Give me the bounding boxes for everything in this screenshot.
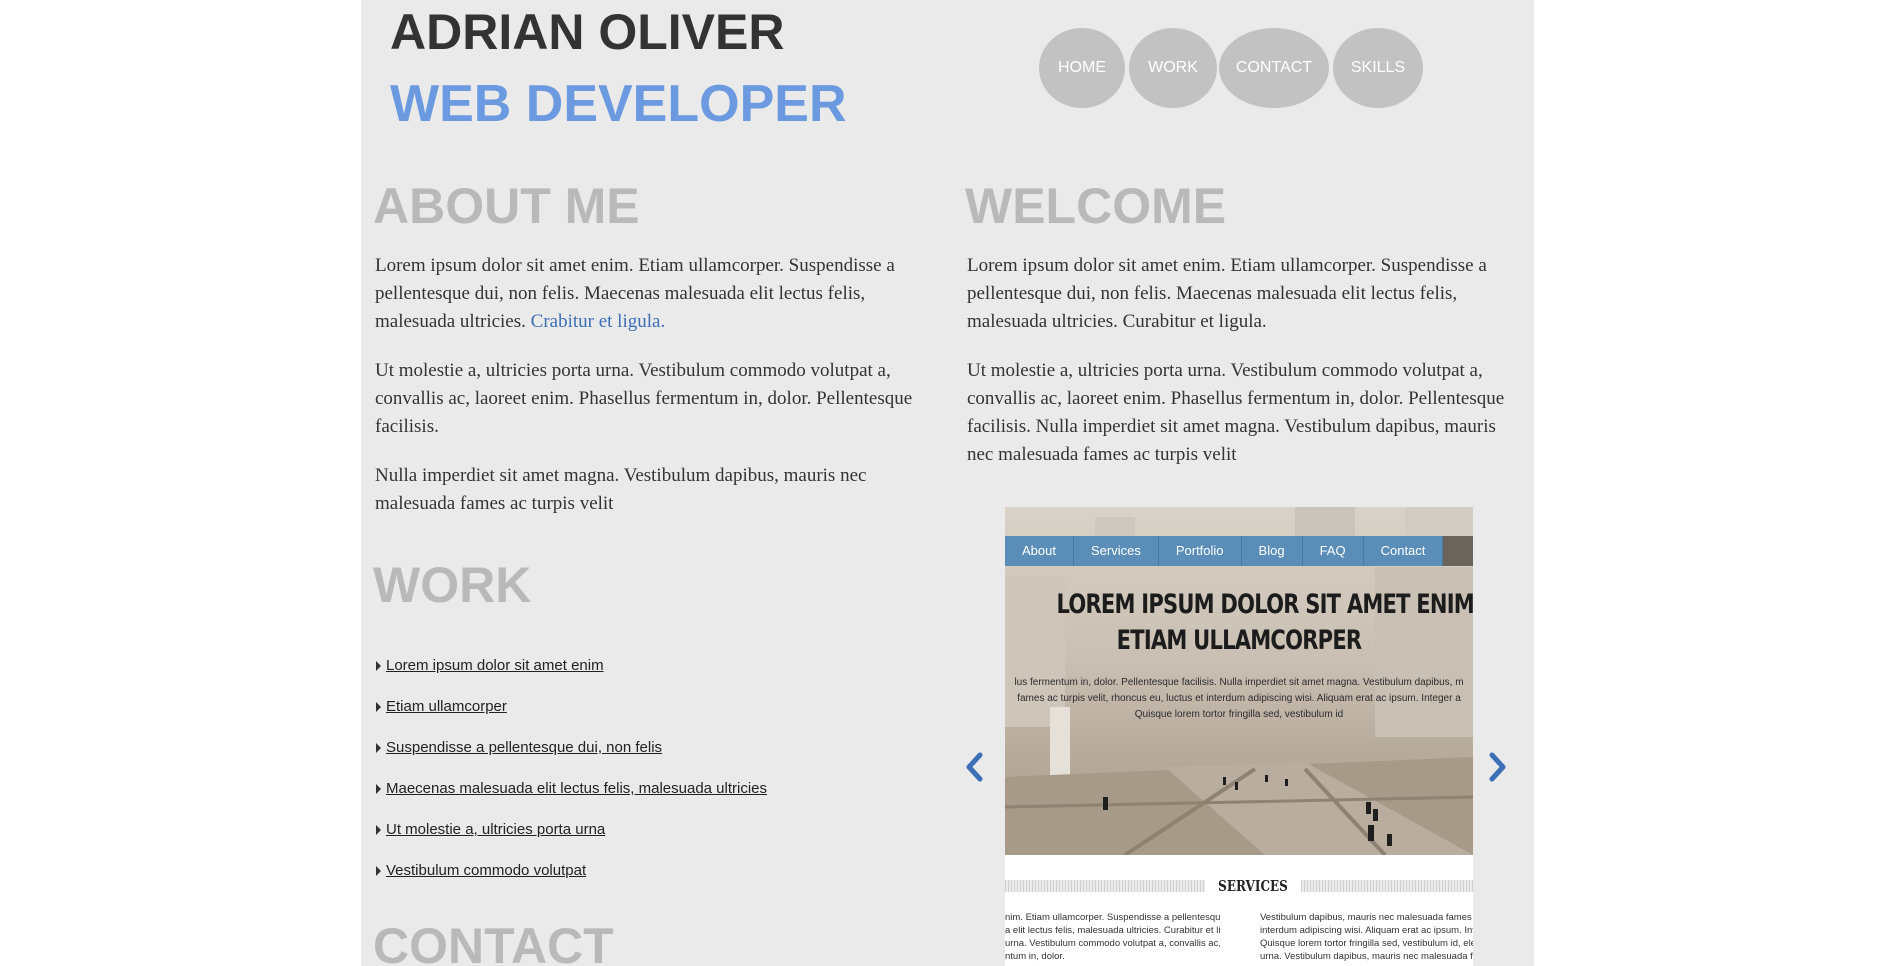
nav-home-button[interactable]: HOME <box>1039 28 1125 108</box>
slide-services-line: urna. Vestibulum commodo volutpat a, con… <box>1005 938 1220 949</box>
slide-nav-item: Services <box>1074 536 1159 566</box>
work-list-item: Maecenas malesuada elit lectus felis, ma… <box>376 768 936 809</box>
about-paragraph-3: Nulla imperdiet sit amet magna. Vestibul… <box>375 465 867 514</box>
slide-services-line: ntum in, dolor. <box>1005 951 1065 962</box>
work-link[interactable]: Vestibulum commodo volutpat <box>386 862 586 879</box>
slide-nav-bar: About Services Portfolio Blog FAQ Contac… <box>1005 536 1473 566</box>
slide-nav-item: Blog <box>1242 536 1303 566</box>
site-owner-role: WEB DEVELOPER <box>390 75 847 133</box>
caret-right-icon <box>376 660 381 671</box>
slide-nav-search: S <box>1443 536 1473 566</box>
stripe-divider <box>1005 880 1205 892</box>
work-list-item: Etiam ullamcorper <box>376 686 936 727</box>
work-link[interactable]: Suspendisse a pellentesque dui, non feli… <box>386 739 662 756</box>
caret-right-icon <box>376 783 381 794</box>
slide-text-line-3: Quisque lorem tortor fringilla sed, vest… <box>1134 709 1344 720</box>
work-link[interactable]: Etiam ullamcorper <box>386 698 507 715</box>
work-link[interactable]: Maecenas malesuada elit lectus felis, ma… <box>386 780 767 797</box>
slide-text-line-2: fames ac turpis velit, rhoncus eu, luctu… <box>1017 693 1461 704</box>
slide-nav-item: FAQ <box>1303 536 1364 566</box>
nav-contact-button[interactable]: CONTACT <box>1219 28 1329 108</box>
welcome-paragraph-2: Ut molestie a, ultricies porta urna. Ves… <box>967 360 1505 465</box>
slide-services-line: a elit lectus felis, malesuada ultricies… <box>1005 925 1220 936</box>
slide-nav-item: Contact <box>1364 536 1444 566</box>
work-link[interactable]: Ut molestie a, ultricies porta urna <box>386 821 605 838</box>
welcome-paragraph-1: Lorem ipsum dolor sit amet enim. Etiam u… <box>967 255 1487 332</box>
chevron-right-icon <box>1489 752 1506 782</box>
slide-services-band: SERVICES <box>1005 874 1473 898</box>
work-heading: WORK <box>373 557 532 613</box>
slide-headline-2: ETIAM ULLAMCORPER <box>1116 625 1363 656</box>
nav-skills-button[interactable]: SKILLS <box>1333 28 1423 108</box>
about-heading: ABOUT ME <box>373 178 640 234</box>
work-list-item: Ut molestie a, ultricies porta urna <box>376 809 936 850</box>
site-owner-name: ADRIAN OLIVER <box>390 4 785 60</box>
slide-services-column-2: Vestibulum dapibus, mauris nec malesuada… <box>1260 911 1473 963</box>
caret-right-icon <box>376 865 381 876</box>
welcome-heading: WELCOME <box>965 178 1227 234</box>
chevron-left-icon <box>966 752 983 782</box>
work-list-item: Vestibulum commodo volutpat <box>376 850 936 891</box>
about-paragraph-2: Ut molestie a, ultricies porta urna. Ves… <box>375 360 913 437</box>
about-paragraph-1: Lorem ipsum dolor sit amet enim. Etiam u… <box>375 252 935 336</box>
carousel-prev-button[interactable] <box>959 746 993 788</box>
work-list-item: Suspendisse a pellentesque dui, non feli… <box>376 727 936 768</box>
caret-right-icon <box>376 742 381 753</box>
slide-nav-item: Portfolio <box>1159 536 1242 566</box>
slide-nav-item: About <box>1005 536 1074 566</box>
work-list: Lorem ipsum dolor sit amet enim Etiam ul… <box>376 645 936 891</box>
carousel-next-button[interactable] <box>1479 746 1513 788</box>
slide-headline-1: LOREM IPSUM DOLOR SIT AMET ENIM <box>1056 589 1473 620</box>
slide-text-line-1: lus fermentum in, dolor. Pellentesque fa… <box>1014 677 1464 688</box>
slide-services-line: interdum adipiscing wisi. Aliquam erat a… <box>1260 925 1473 936</box>
stripe-divider <box>1301 880 1473 892</box>
work-list-item: Lorem ipsum dolor sit amet enim <box>376 645 936 686</box>
caret-right-icon <box>376 701 381 712</box>
slide-services-label: SERVICES <box>1218 877 1288 895</box>
about-crabitur-link[interactable]: Crabitur et ligula. <box>531 311 666 332</box>
slide-services-line: Vestibulum dapibus, mauris nec malesuada… <box>1260 912 1473 923</box>
nav-work-button[interactable]: WORK <box>1129 28 1217 108</box>
caret-right-icon <box>376 824 381 835</box>
slide-services-line: nim. Etiam ullamcorper. Suspendisse a pe… <box>1005 912 1220 923</box>
slide-services-line: Quisque lorem tortor fringilla sed, vest… <box>1260 938 1473 949</box>
work-link[interactable]: Lorem ipsum dolor sit amet enim <box>386 657 604 674</box>
slide-services-column-1: nim. Etiam ullamcorper. Suspendisse a pe… <box>1005 911 1220 963</box>
contact-heading: CONTACT <box>373 918 614 966</box>
page-container: ADRIAN OLIVER WEB DEVELOPER HOME WORK CO… <box>361 0 1534 966</box>
slide-services-line: urna. Vestibulum dapibus, mauris nec mal… <box>1260 951 1473 962</box>
carousel-slide-image[interactable]: About Services Portfolio Blog FAQ Contac… <box>1005 507 1473 966</box>
